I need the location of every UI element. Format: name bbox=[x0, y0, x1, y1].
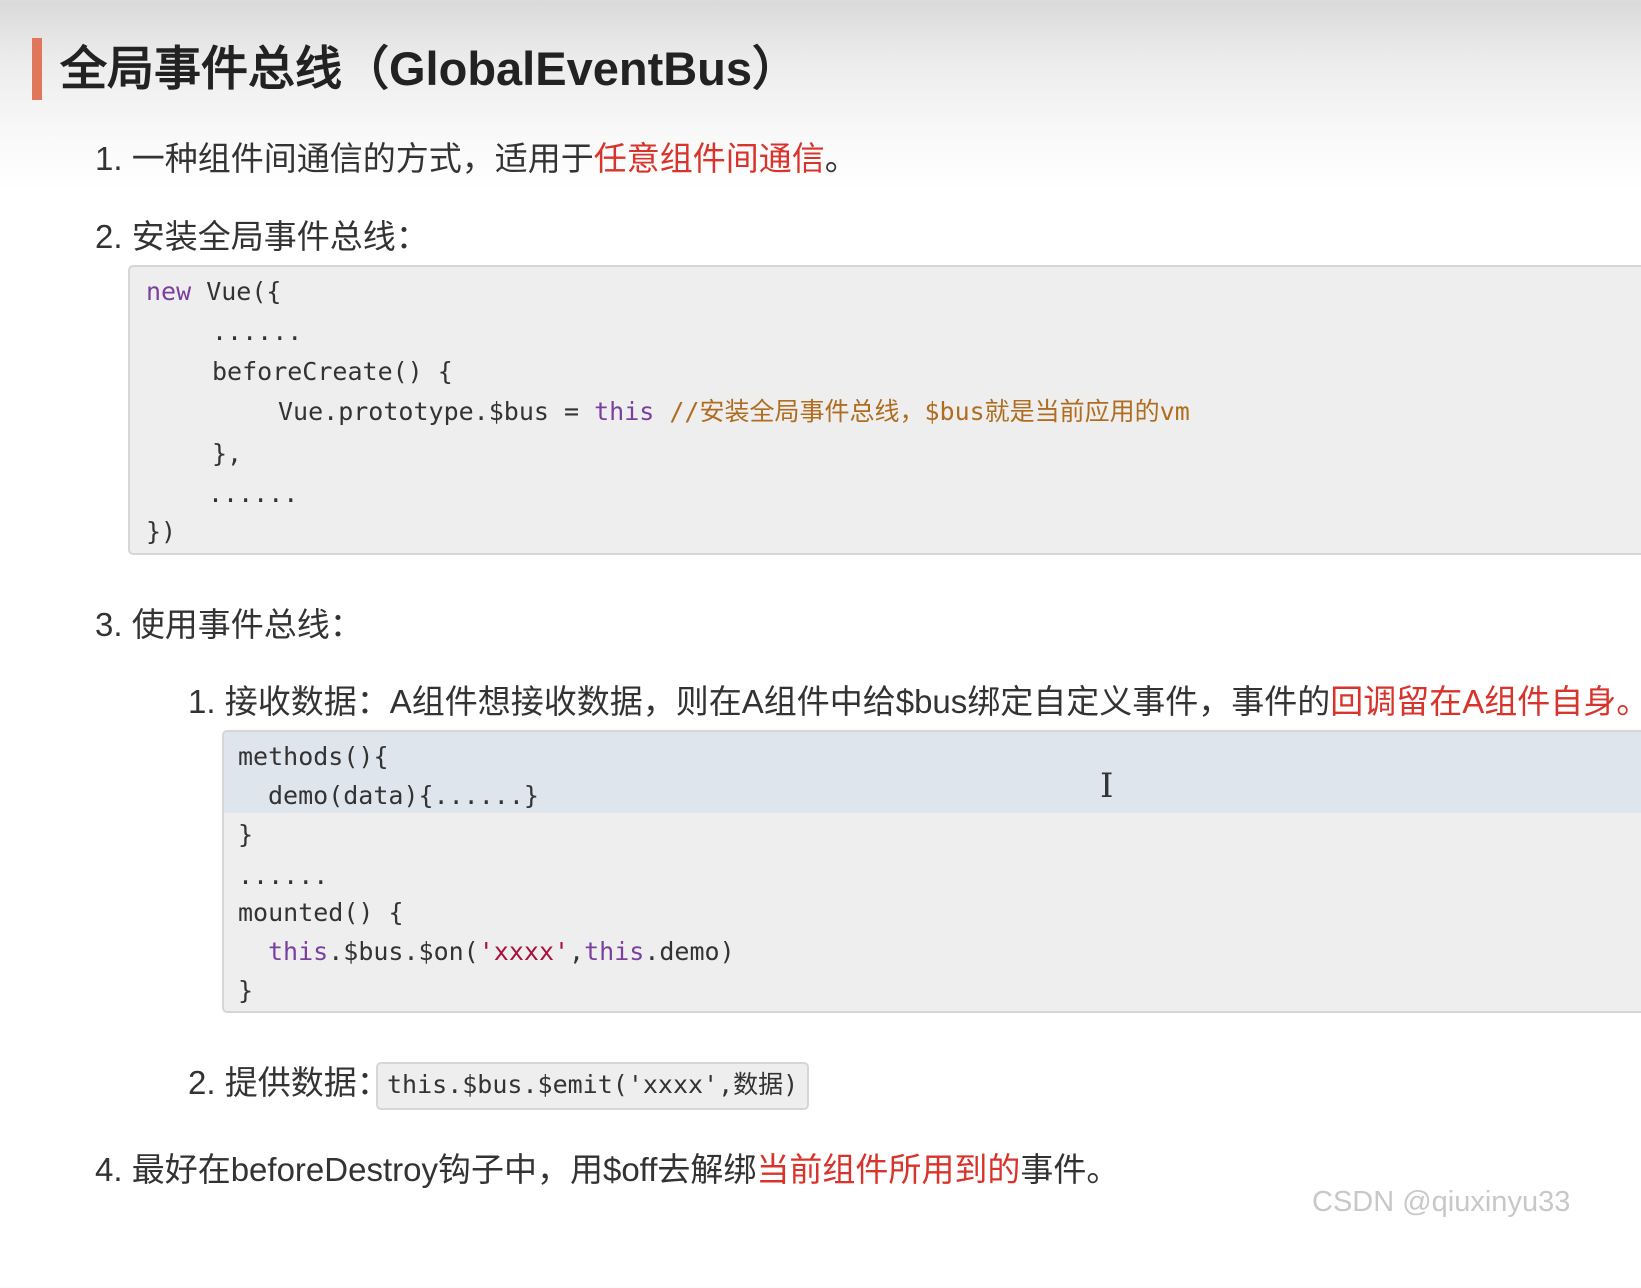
list-number: 2. bbox=[188, 1064, 216, 1101]
list-number: 2. bbox=[95, 218, 123, 255]
code-line: this.$bus.$on('xxxx',this.demo) bbox=[268, 932, 735, 972]
list-number: 4. bbox=[95, 1151, 123, 1188]
code-line: ...... bbox=[208, 479, 299, 508]
list-text: 提供数据： bbox=[224, 1064, 390, 1101]
code-line: methods(){ bbox=[238, 742, 389, 771]
install-code-block: new Vue({ ...... beforeCreate() { Vue.pr… bbox=[128, 265, 1641, 555]
text-cursor-icon: I bbox=[1100, 766, 1114, 806]
sub-list-item-1: 1. 接收数据：A组件想接收数据，则在A组件中给$bus绑定自定义事件，事件的回… bbox=[188, 680, 1641, 724]
list-number: 3. bbox=[95, 606, 123, 643]
emphasis-text: 任意组件间通信 bbox=[593, 140, 825, 177]
code-line: ...... bbox=[212, 317, 303, 346]
list-text: 安装全局事件总线： bbox=[131, 218, 429, 255]
code-line: } bbox=[238, 976, 254, 1005]
heading-accent-bar bbox=[32, 38, 42, 100]
list-text: 最好在beforeDestroy钩子中，用$off去解绑 bbox=[131, 1151, 757, 1188]
code-operator: = bbox=[563, 397, 580, 426]
list-text: 一种组件间通信的方式，适用于 bbox=[131, 140, 594, 177]
list-item-2: 2. 安装全局事件总线： bbox=[95, 215, 429, 259]
emphasis-text: 当前组件所用到的 bbox=[756, 1151, 1021, 1188]
code-keyword: this bbox=[268, 937, 329, 966]
list-text: 使用事件总线： bbox=[131, 606, 363, 643]
list-item-3: 3. 使用事件总线： bbox=[95, 603, 363, 647]
list-text-suffix: 事件。 bbox=[1020, 1151, 1120, 1188]
code-comment: //安装全局事件总线，$bus就是当前应用的vm bbox=[654, 397, 1190, 426]
code-line: mounted() { bbox=[238, 898, 404, 927]
code-text: Vue.prototype.$bus bbox=[278, 397, 564, 426]
sub-list-item-2: 2. 提供数据： bbox=[188, 1061, 390, 1105]
list-item-1: 1. 一种组件间通信的方式，适用于任意组件间通信。 bbox=[95, 137, 858, 181]
list-text-suffix: 。 bbox=[824, 140, 858, 177]
code-line: demo(data){......} bbox=[268, 781, 539, 810]
code-string: 'xxxx' bbox=[478, 937, 570, 966]
list-item-4: 4. 最好在beforeDestroy钩子中，用$off去解绑当前组件所用到的事… bbox=[95, 1148, 1119, 1192]
code-line: }) bbox=[146, 517, 177, 546]
list-number: 1. bbox=[188, 683, 216, 720]
code-line: } bbox=[238, 820, 254, 849]
emit-inline-code: this.$bus.$emit('xxxx',数据) bbox=[376, 1062, 810, 1110]
receive-code-block: methods(){ demo(data){......} } ...... m… bbox=[222, 730, 1641, 1013]
emphasis-text: 回调留在A组件自身。 bbox=[1330, 683, 1641, 720]
list-text: 接收数据：A组件想接收数据，则在A组件中给$bus绑定自定义事件，事件的 bbox=[224, 683, 1331, 720]
code-text: .demo) bbox=[644, 937, 735, 966]
code-line: ...... bbox=[238, 861, 329, 890]
code-keyword: new bbox=[146, 277, 192, 306]
code-line: beforeCreate() { bbox=[212, 357, 453, 386]
code-keyword: this bbox=[584, 937, 645, 966]
page-title: 全局事件总线（GlobalEventBus） bbox=[60, 42, 800, 95]
code-line: Vue.prototype.$bus = this //安装全局事件总线，$bu… bbox=[278, 392, 1190, 432]
watermark: CSDN @qiuxinyu33 bbox=[1312, 1186, 1571, 1218]
code-text: .$bus.$on( bbox=[328, 937, 479, 966]
code-text: , bbox=[569, 937, 585, 966]
code-line: new Vue({ bbox=[146, 272, 281, 312]
code-text: Vue({ bbox=[191, 277, 282, 306]
code-line: }, bbox=[212, 439, 243, 468]
code-keyword: this bbox=[579, 397, 655, 426]
list-number: 1. bbox=[95, 140, 123, 177]
